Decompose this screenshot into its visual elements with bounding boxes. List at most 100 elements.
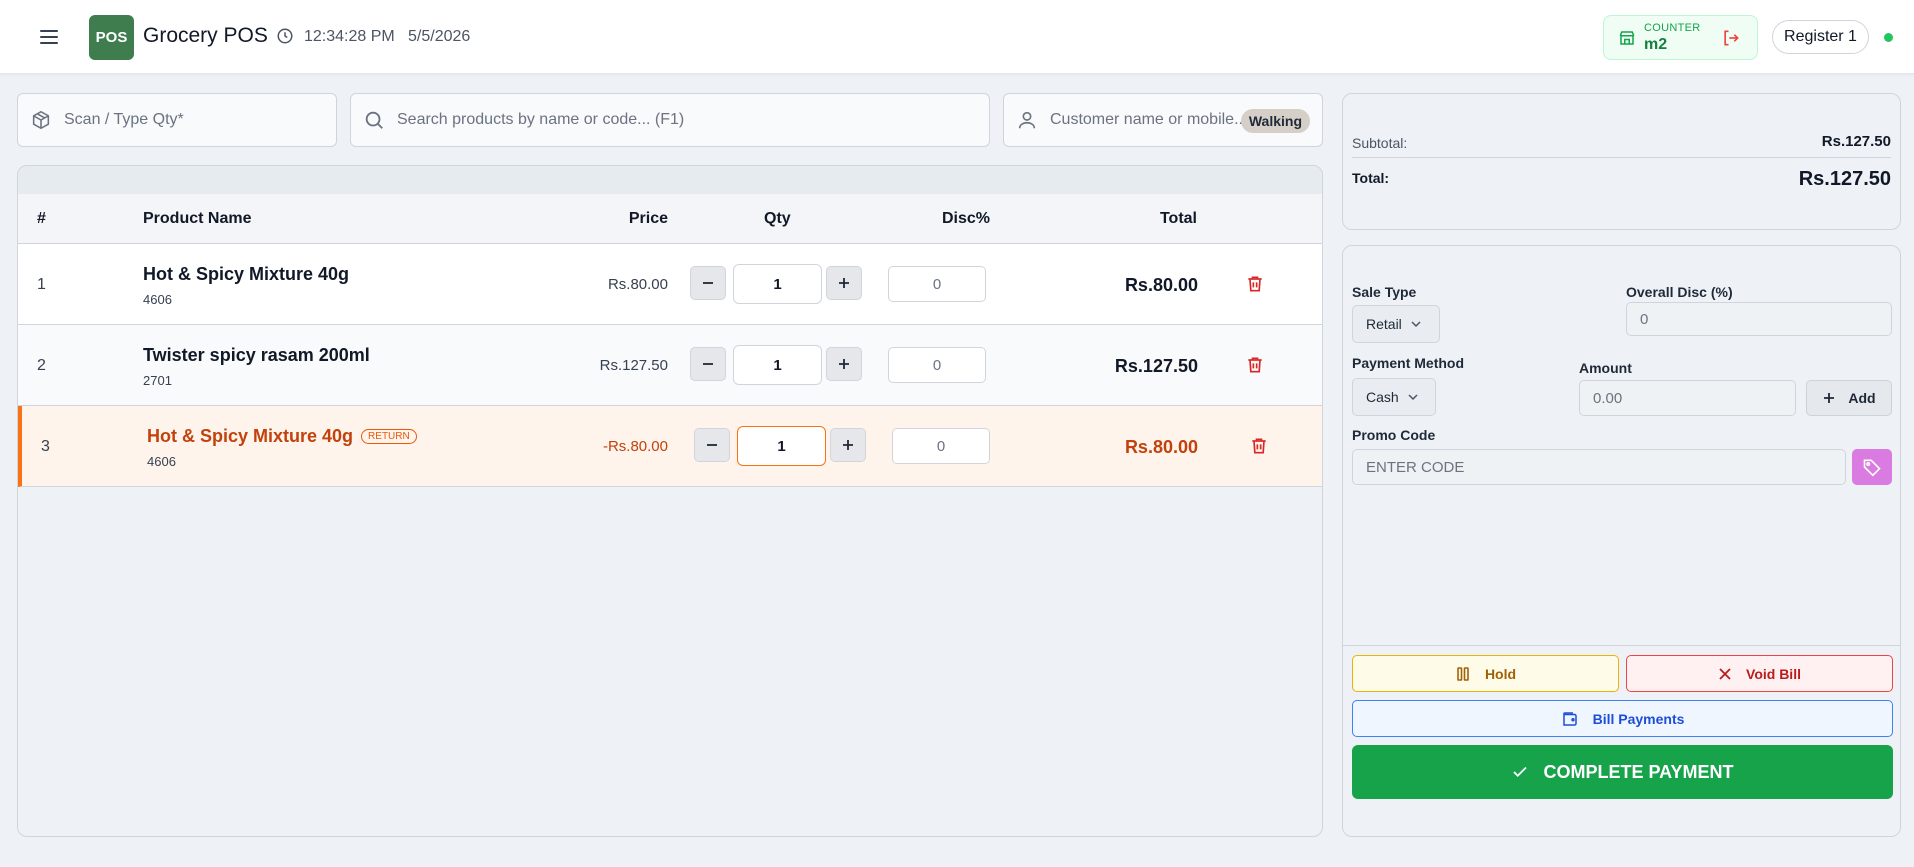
qty-increase-button[interactable] [826,266,862,300]
customer-input[interactable] [1050,94,1250,146]
discount-input[interactable]: 0 [888,347,986,383]
menu-icon[interactable] [38,26,60,48]
apply-promo-button[interactable] [1852,449,1892,485]
line-total: Rs.127.50 [1114,356,1198,376]
qty-input[interactable]: 1 [737,426,826,466]
wallet-icon [1561,710,1579,728]
divider [1343,645,1900,646]
line-total: Rs.80.00 [1124,437,1198,457]
col-header-number: # [37,210,46,227]
bill-payments-label: Bill Payments [1592,710,1685,727]
row-number: 1 [37,276,46,293]
chevron-down-icon [1411,321,1421,328]
void-bill-label: Void Bill [1746,665,1801,682]
plus-icon [1824,393,1835,403]
tag-icon [1863,459,1881,477]
amount-label: Amount [1579,360,1632,376]
qty-increase-button[interactable] [830,428,866,462]
customer-type-badge: Walking [1240,109,1310,133]
app-title: Grocery POS [143,24,268,47]
product-code: 4606 [147,454,176,469]
row-number: 3 [41,438,50,455]
sale-type-select[interactable]: Retail [1352,305,1440,343]
minus-icon [707,444,717,446]
line-total: Rs.80.00 [1124,275,1198,295]
current-date: 5/5/2026 [408,28,471,45]
search-icon [365,111,383,129]
return-badge: RETURN [361,429,417,444]
col-header-price: Price [628,210,668,227]
complete-payment-label: COMPLETE PAYMENT [1543,761,1734,782]
payment-method-select[interactable]: Cash [1352,378,1436,416]
customer-box: Walking [1003,93,1323,147]
qty-increase-button[interactable] [826,347,862,381]
current-time: 12:34:28 PM [304,28,395,45]
product-price: Rs.80.00 [607,276,668,293]
scan-box [17,93,337,147]
trash-icon[interactable] [1249,436,1269,456]
trash-icon[interactable] [1245,274,1265,294]
product-price: -Rs.80.00 [602,438,668,455]
product-search-box [350,93,990,147]
clock-icon [277,28,293,44]
payment-method-label: Payment Method [1352,355,1465,371]
counter-value: m2 [1644,36,1668,53]
product-code: 4606 [143,292,172,307]
qty-decrease-button[interactable] [690,266,726,300]
add-payment-button[interactable]: Add [1806,380,1892,416]
total-value: Rs.127.50 [1798,168,1891,190]
discount-input[interactable]: 0 [888,266,986,302]
register-button[interactable]: Register 1 [1772,20,1869,54]
plus-icon [843,440,853,450]
totals-summary: Subtotal: Rs.127.50 Total: Rs.127.50 [1342,93,1901,230]
online-status-dot [1884,33,1893,42]
cart-header-strip [18,166,1322,194]
trash-icon[interactable] [1245,355,1265,375]
table-row-return: 3 Hot & Spicy Mixture 40g RETURN 4606 -Rs… [18,406,1322,487]
cart-table: # Product Name Price Qty Disc% Total 1 H… [17,165,1323,837]
minus-icon [703,363,713,365]
payment-panel: Sale Type Retail Overall Disc (%) 0 Paym… [1342,245,1901,837]
subtotal-label: Subtotal: [1352,135,1408,151]
overall-disc-input[interactable]: 0 [1626,302,1892,336]
cart-header-row: # Product Name Price Qty Disc% Total [18,194,1322,244]
bill-payments-button[interactable]: Bill Payments [1352,700,1893,737]
divider [1352,157,1891,158]
pause-icon [1455,666,1471,682]
row-number: 2 [37,357,46,374]
scan-qty-input[interactable] [64,94,329,146]
product-name: Hot & Spicy Mixture 40g [143,264,350,284]
package-icon [32,110,50,130]
subtotal-value: Rs.127.50 [1821,133,1891,150]
plus-icon [839,278,849,288]
logout-icon[interactable] [1721,28,1741,48]
col-header-qty: Qty [764,210,791,227]
qty-decrease-button[interactable] [690,347,726,381]
overall-disc-label: Overall Disc (%) [1626,284,1733,300]
qty-input[interactable]: 1 [733,345,822,385]
promo-code-input[interactable]: ENTER CODE [1352,449,1846,485]
hold-button[interactable]: Hold [1352,655,1619,692]
complete-payment-button[interactable]: COMPLETE PAYMENT [1352,745,1893,799]
chevron-down-icon [1408,394,1418,401]
table-row: 1 Hot & Spicy Mixture 40g 4606 Rs.80.00 … [18,244,1322,325]
close-icon [1718,667,1732,681]
check-icon [1511,763,1529,781]
table-row: 2 Twister spicy rasam 200ml 2701 Rs.127.… [18,325,1322,406]
sale-type-label: Sale Type [1352,284,1417,300]
hold-label: Hold [1484,665,1517,682]
user-icon [1018,111,1036,129]
app-logo: POS [89,15,134,60]
product-name: Twister spicy rasam 200ml [143,345,370,365]
amount-input[interactable]: 0.00 [1579,380,1796,416]
counter-indicator: COUNTER m2 [1603,15,1758,60]
qty-input[interactable]: 1 [733,264,822,304]
col-header-disc: Disc% [942,210,991,227]
product-search-input[interactable] [397,94,977,146]
discount-input[interactable]: 0 [892,428,990,464]
counter-label: COUNTER [1644,22,1701,34]
product-name-wrapper: Hot & Spicy Mixture 40g RETURN [147,426,417,447]
qty-decrease-button[interactable] [694,428,730,462]
sale-type-value: Retail [1366,316,1402,332]
void-bill-button[interactable]: Void Bill [1626,655,1893,692]
